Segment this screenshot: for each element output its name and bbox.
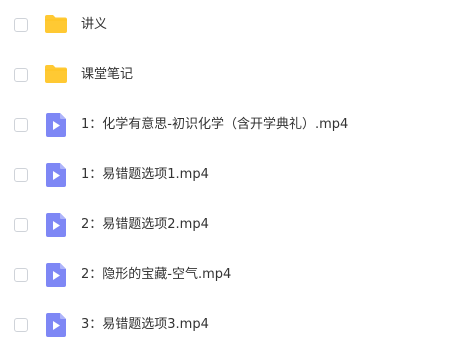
list-item[interactable]: 2：隐形的宝藏-空气.mp4 — [0, 250, 469, 300]
list-item[interactable]: 3：易错题选项3.mp4 — [0, 300, 469, 350]
video-file-icon — [46, 113, 66, 137]
file-name[interactable]: 课堂笔记 — [81, 67, 133, 83]
list-item[interactable]: 课堂笔记 — [0, 50, 469, 100]
list-item[interactable]: 2：易错题选项2.mp4 — [0, 200, 469, 250]
file-name[interactable]: 讲义 — [81, 17, 107, 33]
video-file-icon — [46, 263, 66, 287]
list-item[interactable]: 讲义 — [0, 0, 469, 50]
file-name[interactable]: 1：化学有意思-初识化学（含开学典礼）.mp4 — [81, 117, 348, 133]
select-checkbox[interactable] — [14, 18, 28, 32]
select-checkbox[interactable] — [14, 68, 28, 82]
list-item[interactable]: 1：化学有意思-初识化学（含开学典礼）.mp4 — [0, 100, 469, 150]
select-checkbox[interactable] — [14, 168, 28, 182]
file-name[interactable]: 1：易错题选项1.mp4 — [81, 167, 209, 183]
select-checkbox[interactable] — [14, 218, 28, 232]
file-name[interactable]: 2：易错题选项2.mp4 — [81, 217, 209, 233]
video-file-icon — [46, 213, 66, 237]
select-checkbox[interactable] — [14, 268, 28, 282]
folder-icon — [45, 65, 67, 83]
select-checkbox[interactable] — [14, 318, 28, 332]
select-checkbox[interactable] — [14, 118, 28, 132]
folder-icon — [45, 15, 67, 33]
file-name[interactable]: 2：隐形的宝藏-空气.mp4 — [81, 267, 231, 283]
video-file-icon — [46, 313, 66, 337]
file-name[interactable]: 3：易错题选项3.mp4 — [81, 317, 209, 333]
video-file-icon — [46, 163, 66, 187]
list-item[interactable]: 1：易错题选项1.mp4 — [0, 150, 469, 200]
